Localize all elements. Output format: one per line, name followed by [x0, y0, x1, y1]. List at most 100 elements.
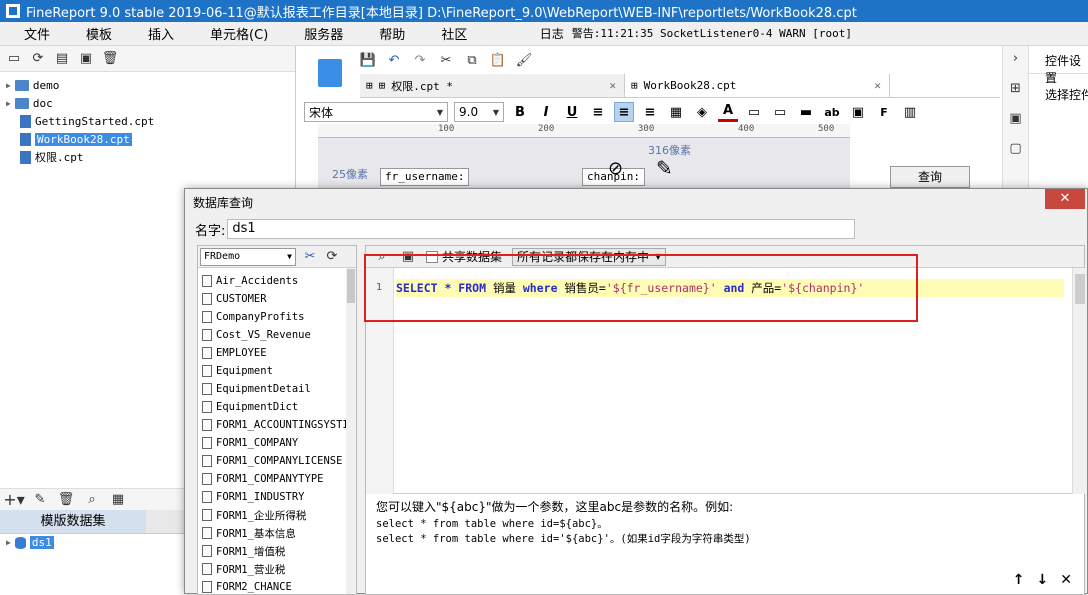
table-item[interactable]: FORM1_营业税 — [202, 560, 346, 578]
menu-template[interactable]: 模板 — [62, 24, 124, 43]
bold-button[interactable]: B — [510, 102, 530, 122]
tab-quanxian[interactable]: ⊞ ⊞ 权限.cpt * ✕ — [360, 74, 625, 97]
close-button[interactable]: ✕ — [1045, 189, 1085, 209]
table-item[interactable]: FORM1_COMPANY — [202, 434, 346, 452]
table-item[interactable]: EMPLOYEE — [202, 344, 346, 362]
close-icon[interactable]: ✕ — [609, 79, 616, 92]
menu-community[interactable]: 社区 — [417, 24, 479, 43]
chart-icon[interactable]: ▥ — [900, 102, 920, 122]
table-item[interactable]: Air_Accidents — [202, 272, 346, 290]
align-left-icon[interactable]: ≡ — [588, 102, 608, 122]
align-center-icon[interactable]: ≡ — [614, 102, 634, 122]
table-item[interactable]: CompanyProfits — [202, 308, 346, 326]
copy-icon[interactable]: ⧉ — [464, 52, 480, 68]
table-item[interactable]: CUSTOMER — [202, 290, 346, 308]
pencil-icon[interactable]: ✎ — [656, 156, 673, 180]
username-label[interactable]: fr_username: — [380, 168, 470, 186]
condition-icon[interactable]: ▢ — [1008, 140, 1024, 156]
arrow-up-icon[interactable]: ↑ — [1013, 572, 1025, 588]
unmerge-icon[interactable]: ▭ — [770, 102, 790, 122]
tree-file-gettingstarted[interactable]: GettingStarted.cpt — [6, 112, 295, 130]
menu-cell[interactable]: 单元格(C) — [186, 24, 280, 43]
paste-icon[interactable]: 📋 — [490, 52, 506, 68]
table-item[interactable]: FORM2_CHANCE — [202, 578, 346, 594]
expand-icon[interactable]: ▶ — [6, 81, 11, 90]
table-item[interactable]: FORM1_INDUSTRY — [202, 488, 346, 506]
table-item[interactable]: EquipmentDict — [202, 398, 346, 416]
expand-icon[interactable]: ▶ — [6, 538, 11, 547]
align-right-icon[interactable]: ≡ — [640, 102, 660, 122]
add-dataset-icon[interactable]: +▾ — [3, 490, 24, 509]
text-icon[interactable]: ab — [822, 102, 842, 122]
table-item[interactable]: Cost_VS_Revenue — [202, 326, 346, 344]
table-item[interactable]: EquipmentDetail — [202, 380, 346, 398]
scrollbar-thumb[interactable] — [1075, 274, 1085, 304]
new-folder-icon[interactable]: ▭ — [6, 51, 22, 67]
tab-workbook28[interactable]: ⊞ WorkBook28.cpt ✕ — [625, 74, 890, 97]
undo-icon[interactable]: ↶ — [386, 52, 402, 68]
image-icon[interactable]: ▣ — [848, 102, 868, 122]
delete-dataset-icon[interactable]: 🗑 — [58, 492, 75, 508]
table-item[interactable]: FORM1_企业所得税 — [202, 506, 346, 524]
save-icon[interactable]: 💾 — [360, 52, 376, 68]
italic-button[interactable]: I — [536, 102, 556, 122]
dataset-name-input[interactable]: ds1 — [227, 219, 856, 239]
close-icon[interactable]: ✕ — [1060, 572, 1072, 588]
font-size-select[interactable]: 9.0 ▼ — [454, 102, 504, 122]
delete-icon[interactable]: 🗑 — [102, 51, 119, 67]
connect-icon[interactable]: ✂ — [302, 249, 318, 265]
table-preview-icon[interactable]: ▦ — [110, 492, 126, 508]
parameter-help: 您可以键入"${abc}"做为一个参数，这里abc是参数的名称。例如: sele… — [376, 500, 751, 547]
hidden-eye-icon[interactable]: ⊘ — [608, 158, 623, 179]
font-family-select[interactable]: 宋体 ▼ — [304, 102, 448, 122]
menu-insert[interactable]: 插入 — [124, 24, 186, 43]
redo-icon[interactable]: ↷ — [412, 52, 428, 68]
tab-template-dataset[interactable]: 模版数据集 — [0, 510, 146, 533]
menu-file[interactable]: 文件 — [0, 24, 62, 43]
table-item[interactable]: FORM1_基本信息 — [202, 524, 346, 542]
tree-file-quanxian[interactable]: 权限.cpt — [6, 148, 295, 166]
widget-icon[interactable]: ▣ — [1008, 110, 1024, 126]
edit-icon[interactable]: ✎ — [32, 492, 48, 508]
scrollbar-thumb[interactable] — [347, 269, 355, 303]
tree-folder-doc[interactable]: ▶ doc — [6, 94, 295, 112]
editor-scrollbar[interactable] — [1072, 268, 1086, 494]
arrow-down-icon[interactable]: ↓ — [1037, 572, 1049, 588]
refresh-icon[interactable]: ⟳ — [30, 51, 46, 67]
cut-icon[interactable]: ✂ — [438, 52, 454, 68]
menu-server[interactable]: 服务器 — [280, 24, 355, 43]
edit-file-icon[interactable]: ▤ — [54, 51, 70, 67]
table-list-scrollbar[interactable] — [346, 268, 356, 594]
log-button[interactable]: 日志 — [540, 25, 564, 42]
fill-color-icon[interactable]: ◈ — [692, 102, 712, 122]
insert-row-icon[interactable]: ▬ — [796, 102, 816, 122]
table-item[interactable]: FORM1_COMPANYLICENSE — [202, 452, 346, 470]
format-brush-icon[interactable]: 🖌 — [516, 52, 533, 68]
tree-folder-demo[interactable]: ▶ demo — [6, 76, 295, 94]
formula-icon[interactable]: F — [874, 102, 894, 122]
table-item[interactable]: Equipment — [202, 362, 346, 380]
grid-icon: ⊞ — [631, 79, 638, 92]
connection-select[interactable]: FRDemo ▼ — [200, 247, 296, 266]
menu-help[interactable]: 帮助 — [355, 24, 417, 43]
template-icon[interactable] — [318, 59, 342, 87]
expand-icon[interactable]: ▶ — [6, 99, 11, 108]
lock-icon[interactable]: ▣ — [78, 51, 94, 67]
close-icon[interactable]: ✕ — [874, 79, 881, 92]
table-icon — [202, 455, 212, 467]
query-button[interactable]: 查询 — [890, 166, 970, 188]
border-icon[interactable]: ▦ — [666, 102, 686, 122]
underline-button[interactable]: U — [562, 102, 582, 122]
dataset-tree-item[interactable]: ▶ ds1 — [6, 536, 54, 549]
tree-file-workbook28[interactable]: WorkBook28.cpt — [6, 130, 295, 148]
preview-icon[interactable]: ⌕ — [84, 492, 100, 508]
table-item[interactable]: FORM1_增值税 — [202, 542, 346, 560]
merge-icon[interactable]: ▭ — [744, 102, 764, 122]
table-item[interactable]: FORM1_COMPANYTYPE — [202, 470, 346, 488]
cell-attr-icon[interactable]: ⊞ — [1008, 80, 1024, 96]
table-item[interactable]: FORM1_ACCOUNTINGSYSTI — [202, 416, 346, 434]
font-color-icon[interactable]: A — [718, 102, 738, 122]
refresh-icon[interactable]: ⟳ — [324, 249, 340, 265]
warning-status[interactable]: 警告:11:21:35 SocketListener0-4 WARN [root… — [572, 25, 852, 42]
chevron-right-icon[interactable]: › — [1008, 50, 1024, 66]
